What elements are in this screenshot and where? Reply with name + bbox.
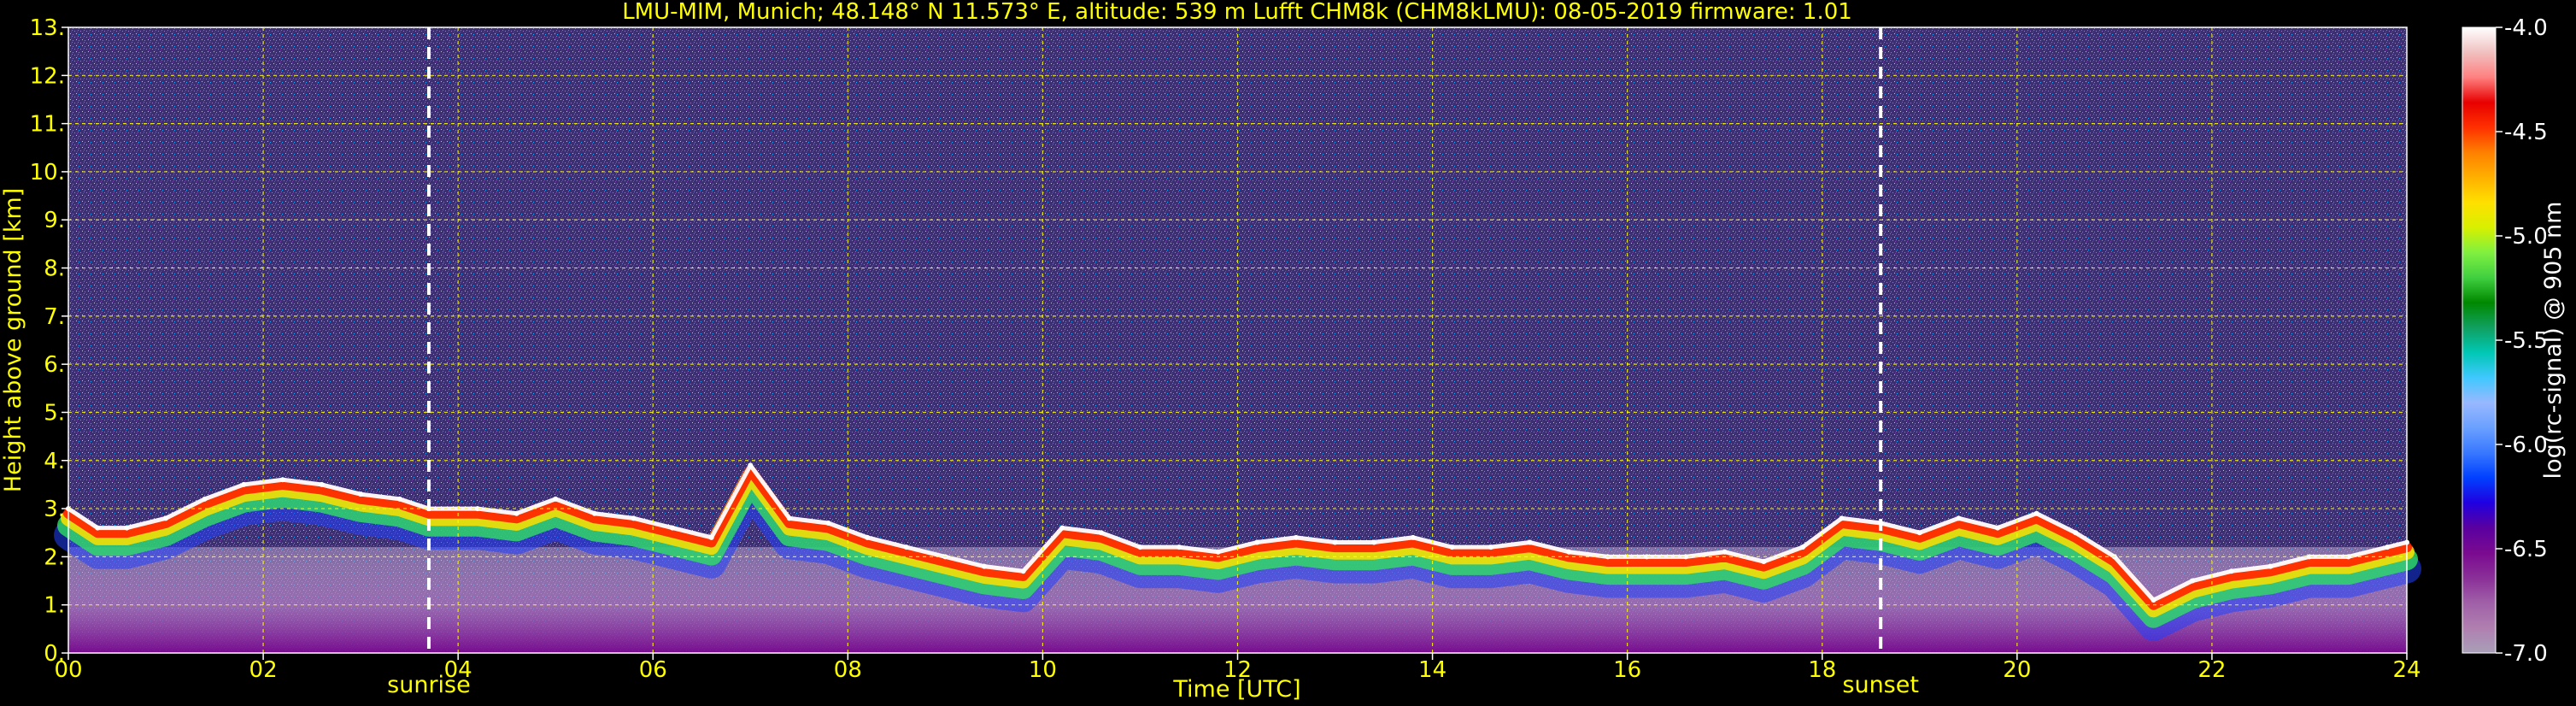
x-tick-label: 22: [2198, 657, 2226, 683]
layer-point: [124, 525, 130, 531]
layer-point: [591, 510, 597, 516]
layer-point: [1215, 549, 1221, 555]
layer-point: [1799, 544, 1805, 550]
y-tick-label: 8.: [44, 256, 65, 282]
layer-point: [825, 520, 831, 526]
layer-point: [2190, 578, 2196, 584]
layer-point: [513, 510, 519, 516]
layer-point: [202, 496, 208, 502]
layer-point: [1839, 515, 1845, 521]
layer-point: [2228, 568, 2234, 574]
layer-point: [865, 534, 871, 540]
y-tick-label: 10.: [30, 160, 65, 185]
layer-point: [95, 525, 101, 531]
layer-point: [2073, 530, 2079, 536]
y-tick-label: 3.: [44, 497, 65, 522]
x-tick-label: 08: [834, 657, 862, 683]
y-tick-label: 1.: [44, 593, 65, 619]
y-tick-label: 4.: [44, 449, 65, 474]
layer-point: [748, 462, 754, 468]
colorbar-tick-label: -4.0: [2504, 15, 2548, 41]
x-tick-label: 16: [1613, 657, 1641, 683]
y-tick-label: 7.: [44, 304, 65, 330]
colorbar: [2462, 26, 2497, 654]
layer-point: [1410, 534, 1416, 540]
chart-title: LMU-MIM, Munich; 48.148° N 11.573° E, al…: [622, 0, 1852, 25]
layer-point: [319, 481, 325, 487]
layer-point: [2151, 597, 2156, 603]
layer-point: [279, 477, 285, 483]
layer-point: [1761, 559, 1767, 565]
layer-point: [358, 491, 364, 497]
y-tick-label: 12.: [30, 63, 65, 89]
x-tick-label: 20: [2003, 657, 2031, 683]
layer-point: [1722, 549, 1728, 555]
layer-point: [708, 534, 714, 540]
ceilometer-chart: LMU-MIM, Munich; 48.148° N 11.573° E, al…: [0, 0, 2567, 703]
layer-point: [981, 563, 987, 569]
layer-point: [1137, 544, 1143, 550]
y-tick-label: 11.: [30, 112, 65, 138]
layer-point: [1293, 534, 1299, 540]
layer-point: [2385, 544, 2391, 550]
y-tick-label: 0.: [44, 641, 65, 667]
layer-point: [1098, 530, 1104, 536]
layer-point: [1488, 544, 1494, 550]
x-tick-label: 18: [1808, 657, 1836, 683]
layer-point: [2033, 510, 2039, 516]
layer-point: [631, 515, 637, 521]
y-tick-label: 6.: [44, 352, 65, 378]
layer-point: [396, 496, 402, 502]
layer-point: [1449, 544, 1455, 550]
x-tick-label: 14: [1418, 657, 1446, 683]
layer-point: [903, 544, 909, 550]
x-axis-label: Time [UTC]: [1172, 676, 1300, 703]
colorbar-tick-label: -4.5: [2504, 120, 2548, 145]
layer-point: [553, 496, 559, 502]
colorbar-tick-label: -7.0: [2504, 641, 2548, 667]
x-tick-label: 10: [1029, 657, 1057, 683]
layer-point: [1566, 549, 1572, 555]
layer-point: [1527, 539, 1533, 545]
y-tick-label: 9.: [44, 208, 65, 233]
layer-point: [241, 481, 247, 487]
layer-point: [1059, 525, 1065, 531]
layer-point: [1371, 539, 1377, 545]
x-tick-label: 02: [249, 657, 278, 683]
layer-point: [786, 515, 792, 521]
layer-point: [670, 525, 676, 531]
layer-point: [1916, 530, 1922, 536]
y-axis-label: Height above ground [km]: [0, 188, 26, 492]
y-tick-label: 13.: [30, 15, 65, 41]
layer-point: [1956, 515, 1962, 521]
x-tick-label: 06: [639, 657, 667, 683]
layer-point: [1177, 544, 1182, 550]
layer-point: [2268, 563, 2274, 569]
y-tick-label: 5.: [44, 400, 65, 426]
sunset-label: sunset: [1842, 672, 1919, 698]
layer-point: [1995, 525, 2001, 531]
colorbar-tick-label: -6.5: [2504, 537, 2548, 562]
layer-point: [1254, 539, 1260, 545]
layer-point: [1020, 568, 1026, 574]
y-axis-ticks: 0. 1. 2. 3. 4. 5. 6. 7. 8. 9. 10. 11. 12. 13.: [30, 15, 68, 667]
colorbar-label: log(rc-signal) @ 905 nm: [2540, 202, 2567, 479]
layer-point: [163, 515, 169, 521]
x-tick-label: 24: [2392, 657, 2421, 683]
layer-point: [1332, 539, 1338, 545]
y-tick-label: 2.: [44, 544, 65, 570]
x-tick-label: 04: [444, 657, 472, 683]
